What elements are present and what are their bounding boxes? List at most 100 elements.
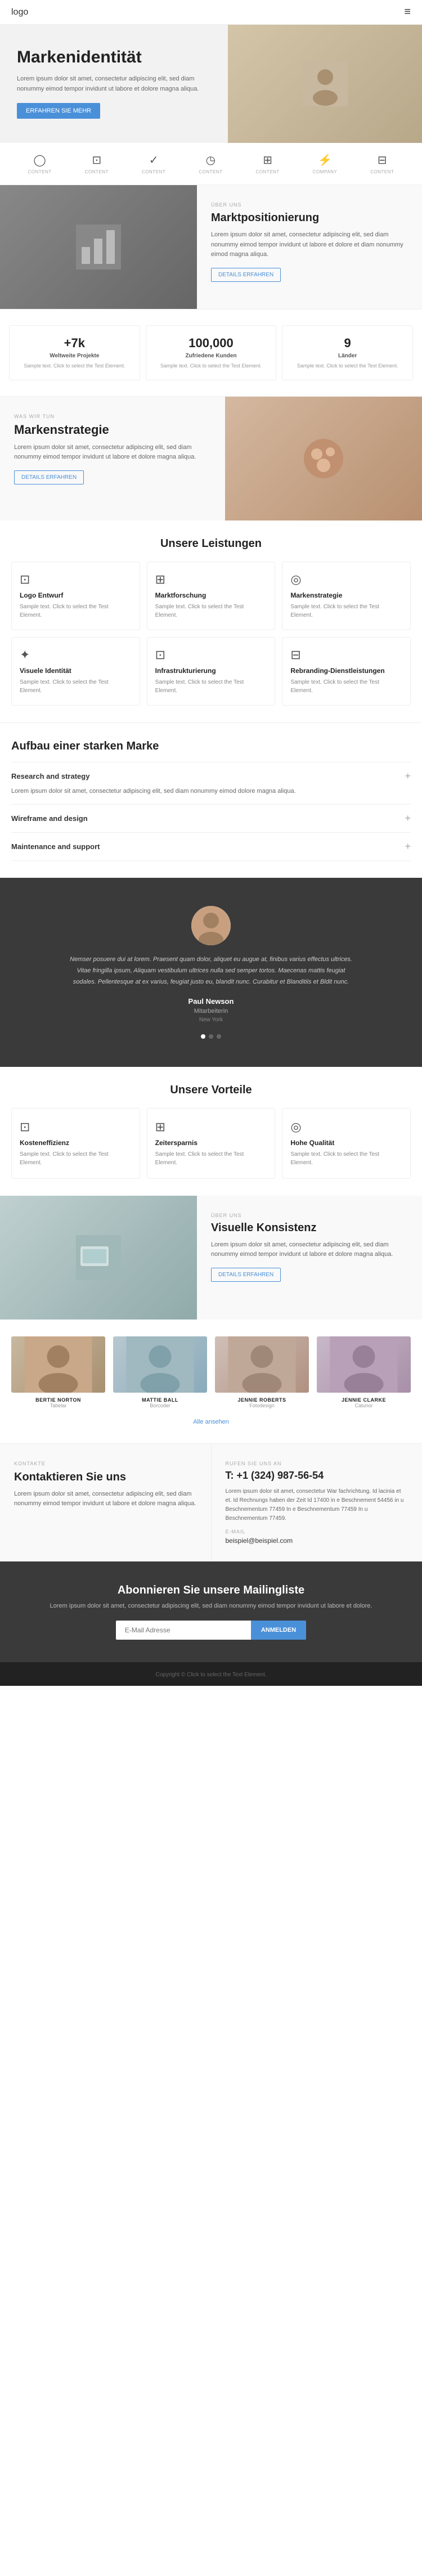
marktpositionierung-cta-button[interactable]: DETAILS ERFAHREN (211, 268, 281, 282)
vorteile-section: Unsere Vorteile ⊡ Kosteneffizienz Sample… (0, 1067, 422, 1196)
kontakt-body: Lorem ipsum dolor sit amet, consectetur … (14, 1489, 197, 1509)
service-card-5: ⊟ Rebranding-Dienstleistungen Sample tex… (282, 637, 411, 706)
team-role-3: Catunor (317, 1403, 411, 1408)
newsletter-title: Abonnieren Sie unsere Mailingliste (17, 1584, 405, 1597)
service-icon-1: ⊞ (155, 572, 267, 587)
email-value: beispiel@beispiel.com (226, 1537, 408, 1545)
service-text-3: Sample text. Click to select the Test El… (20, 678, 132, 695)
kontakt-left: KONTAKTE Kontaktieren Sie uns Lorem ipsu… (0, 1444, 212, 1561)
nav-menu-icon[interactable]: ≡ (404, 6, 411, 19)
visuelle-cta-button[interactable]: DETAILS ERFAHREN (211, 1268, 281, 1282)
team-avatar-0 (11, 1336, 105, 1393)
newsletter-input[interactable] (116, 1621, 251, 1640)
icon-book: ⊡ (92, 153, 101, 167)
stat-text-0: Sample text. Click to select the Test El… (16, 362, 133, 370)
service-card-3: ✦ Visuele Identität Sample text. Click t… (11, 637, 140, 706)
vorteil-card-2: ◎ Hohe Qualität Sample text. Click to se… (282, 1108, 411, 1179)
newsletter-submit-button[interactable]: ANMELDEN (251, 1621, 306, 1640)
markenstrategie-image (225, 397, 422, 520)
team-name-2: JENNIE ROBERTS (215, 1397, 309, 1403)
service-title-5: Rebranding-Dienstleistungen (290, 667, 402, 675)
footer-text: Copyright © Click to select the Text Ele… (155, 1672, 266, 1678)
team-member-0: BERTIE NORTON Tabelar (11, 1336, 105, 1408)
team-more-link[interactable]: Alle ansehen (193, 1419, 229, 1425)
accordion-plus-0: + (405, 770, 411, 782)
accordion-header-0[interactable]: Research and strategy + (11, 770, 411, 782)
vorteil-card-0: ⊡ Kosteneffizienz Sample text. Click to … (11, 1108, 140, 1179)
vorteil-card-1: ⊞ Zeitersparnis Sample text. Click to se… (147, 1108, 276, 1179)
service-title-4: Infrastrukturierung (155, 667, 267, 675)
service-title-2: Markenstrategie (290, 591, 402, 599)
team-role-2: Fotodesign (215, 1403, 309, 1408)
icon-item-3: ◷ CONTENT (199, 153, 222, 174)
stat-number-0: +7k (16, 336, 133, 351)
accordion-item-0: Research and strategy + Lorem ipsum dolo… (11, 762, 411, 805)
team-role-0: Tabelar (11, 1403, 105, 1408)
icon-item-5: ⚡ COMPANY (313, 153, 337, 174)
service-title-3: Visuele Identität (20, 667, 132, 675)
visuelle-image (0, 1196, 197, 1320)
icon-label-1: CONTENT (85, 169, 109, 174)
vorteil-icon-2: ◎ (290, 1120, 402, 1134)
stat-item-1: 100,000 Zufriedene Kunden Sample text. C… (146, 325, 277, 380)
dot-1[interactable] (209, 1034, 213, 1039)
kontakt-right: RUFEN SIE UNS AN T: +1 (324) 987-56-54 L… (212, 1444, 422, 1561)
footer: Copyright © Click to select the Text Ele… (0, 1662, 422, 1686)
team-member-3: JENNIE CLARKE Catunor (317, 1336, 411, 1408)
service-title-0: Logo Entwurf (20, 591, 132, 599)
service-text-0: Sample text. Click to select the Test El… (20, 603, 132, 620)
icon-clock: ◷ (206, 153, 216, 167)
vorteil-title-0: Kosteneffizienz (20, 1139, 132, 1147)
stat-item-0: +7k Weltweite Projekte Sample text. Clic… (9, 325, 140, 380)
accordion-plus-1: + (405, 813, 411, 824)
icon-label-2: CONTENT (142, 169, 165, 174)
accordion-item-1: Wireframe and design + (11, 804, 411, 832)
icon-item-4: ⊞ CONTENT (256, 153, 280, 174)
icon-label-0: CONTENT (28, 169, 52, 174)
marktpositionierung-section: ÜBER UNS Marktpositionierung Lorem ipsum… (0, 185, 422, 309)
hero-section: Markenidentität Lorem ipsum dolor sit am… (0, 25, 422, 143)
vorteil-icon-1: ⊞ (155, 1120, 267, 1134)
team-avatar-1 (113, 1336, 207, 1393)
icon-label-4: CONTENT (256, 169, 280, 174)
service-card-2: ◎ Markenstrategie Sample text. Click to … (282, 562, 411, 630)
marktpositionierung-tag: ÜBER UNS (211, 202, 408, 208)
accordion-header-2[interactable]: Maintenance and support + (11, 841, 411, 852)
stat-item-2: 9 Länder Sample text. Click to select th… (282, 325, 413, 380)
aufbau-title: Aufbau einer starken Marke (11, 740, 411, 753)
vorteile-title: Unsere Vorteile (11, 1084, 411, 1097)
nav-logo: logo (11, 7, 28, 17)
leistungen-title: Unsere Leistungen (11, 537, 411, 550)
phone-body: Lorem ipsum dolor sit amet, consectetur … (226, 1487, 408, 1523)
dot-2[interactable] (217, 1034, 221, 1039)
testimonial-text: Nemser posuere dui at lorem. Praesent qu… (65, 954, 357, 988)
service-text-1: Sample text. Click to select the Test El… (155, 603, 267, 620)
testimonial-name: Paul Newson (188, 997, 234, 1006)
marktpositionierung-image (0, 185, 197, 309)
hero-cta-button[interactable]: ERFAHREN SIE MEHR (17, 103, 100, 119)
service-card-0: ⊡ Logo Entwurf Sample text. Click to sel… (11, 562, 140, 630)
visuelle-body: Lorem ipsum dolor sit amet, consectetur … (211, 1240, 408, 1260)
vorteil-title-1: Zeitersparnis (155, 1139, 267, 1147)
icon-check: ✓ (149, 153, 159, 167)
leistungen-section: Unsere Leistungen ⊡ Logo Entwurf Sample … (0, 520, 422, 722)
accordion-header-1[interactable]: Wireframe and design + (11, 813, 411, 824)
stat-desc-0: Weltweite Projekte (16, 353, 133, 359)
markenstrategie-cta-button[interactable]: DETAILS ERFAHREN (14, 470, 84, 484)
team-section: BERTIE NORTON Tabelar MATTIE BALL Borcod… (0, 1320, 422, 1443)
accordion-title-1: Wireframe and design (11, 814, 88, 823)
marktpositionierung-title: Marktpositionierung (211, 211, 408, 225)
newsletter-form: ANMELDEN (17, 1621, 405, 1640)
hero-image (228, 25, 422, 143)
email-label: E-MAIL (226, 1529, 408, 1534)
icon-lightning: ⚡ (318, 153, 332, 167)
phone-label: RUFEN SIE UNS AN (226, 1461, 408, 1466)
vorteil-text-2: Sample text. Click to select the Test El… (290, 1150, 402, 1167)
team-grid: BERTIE NORTON Tabelar MATTIE BALL Borcod… (11, 1336, 411, 1408)
visuelle-content: ÜBER UNS Visuelle Konsistenz Lorem ipsum… (197, 1196, 422, 1320)
stat-text-2: Sample text. Click to select the Test El… (289, 362, 406, 370)
dot-0[interactable] (201, 1034, 205, 1039)
service-icon-5: ⊟ (290, 648, 402, 662)
stat-number-1: 100,000 (153, 336, 270, 351)
icon-item-6: ⊟ CONTENT (370, 153, 394, 174)
